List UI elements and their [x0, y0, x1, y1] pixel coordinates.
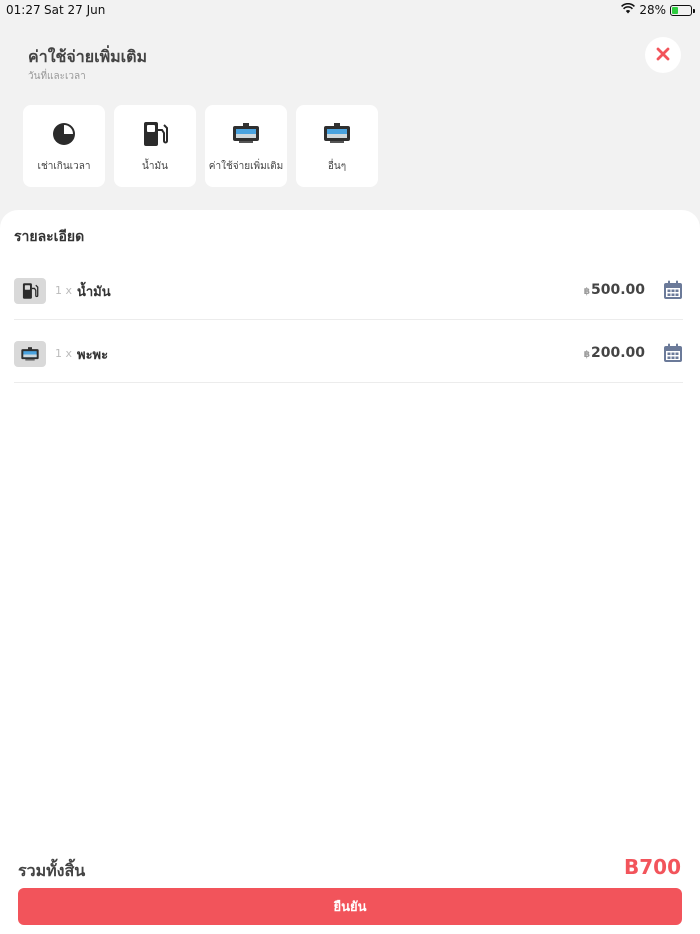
category-card-overtime[interactable]: เช่าเกินเวลา — [23, 105, 105, 187]
currency-symbol: ฿ — [583, 287, 590, 297]
close-icon — [656, 46, 670, 65]
status-bar: 01:27 Sat 27 Jun 28% — [0, 0, 700, 20]
category-card-fuel[interactable]: น้ำมัน — [114, 105, 196, 187]
item-quantity: 1 x — [55, 347, 73, 360]
status-time: 01:27 — [6, 3, 41, 17]
details-sheet: รายละเอียด 1 x น้ำมัน ฿ 500.00 1 x พะพะ … — [0, 210, 700, 934]
confirm-button[interactable]: ยืนยัน — [18, 888, 682, 925]
calendar-icon[interactable] — [663, 343, 683, 367]
item-quantity: 1 x — [55, 284, 73, 297]
page-title: ค่าใช้จ่ายเพิ่มเติม — [28, 47, 148, 66]
item-name: พะพะ — [77, 348, 109, 363]
category-card-extra-expense[interactable]: ค่าใช้จ่ายเพิ่มเติม — [205, 105, 287, 187]
item-amount: 500.00 — [590, 282, 645, 298]
item-name: น้ำมัน — [77, 285, 111, 300]
expense-item[interactable]: 1 x พะพะ ฿ 200.00 — [14, 323, 683, 383]
total-label: รวมทั้งสิ้น — [18, 861, 86, 880]
close-button[interactable] — [645, 37, 681, 73]
battery-fill — [672, 6, 678, 14]
calendar-icon[interactable] — [663, 280, 683, 304]
status-date: Sat 27 Jun — [44, 3, 106, 17]
expense-item[interactable]: 1 x น้ำมัน ฿ 500.00 — [14, 260, 683, 320]
fuel-pump-icon — [14, 278, 46, 304]
date-time-subtitle[interactable]: วันที่และเวลา — [28, 69, 86, 84]
item-amount: 200.00 — [590, 345, 645, 361]
battery-icon — [670, 4, 695, 16]
status-right: 28% — [621, 2, 695, 17]
category-card-other[interactable]: อื่นๆ — [296, 105, 378, 187]
item-price: ฿ 200.00 — [584, 345, 645, 361]
wifi-icon — [621, 2, 636, 17]
category-label: อื่นๆ — [327, 161, 347, 172]
fuel-pump-icon — [141, 119, 169, 149]
total-value: B700 — [624, 855, 681, 879]
dashcam-icon — [14, 341, 46, 367]
dashcam-icon — [322, 119, 352, 149]
category-label: น้ำมัน — [142, 161, 168, 172]
category-row: เช่าเกินเวลา น้ำมัน ค่าใช้จ่ายเพิ่มเติม … — [23, 105, 378, 187]
battery-percent: 28% — [639, 3, 666, 17]
category-label: เช่าเกินเวลา — [37, 161, 91, 172]
category-label: ค่าใช้จ่ายเพิ่มเติม — [208, 161, 284, 172]
currency-symbol: ฿ — [583, 350, 590, 360]
dashcam-icon — [231, 119, 261, 149]
clock-icon — [52, 119, 76, 149]
item-price: ฿ 500.00 — [584, 282, 645, 298]
details-title: รายละเอียด — [14, 229, 85, 245]
